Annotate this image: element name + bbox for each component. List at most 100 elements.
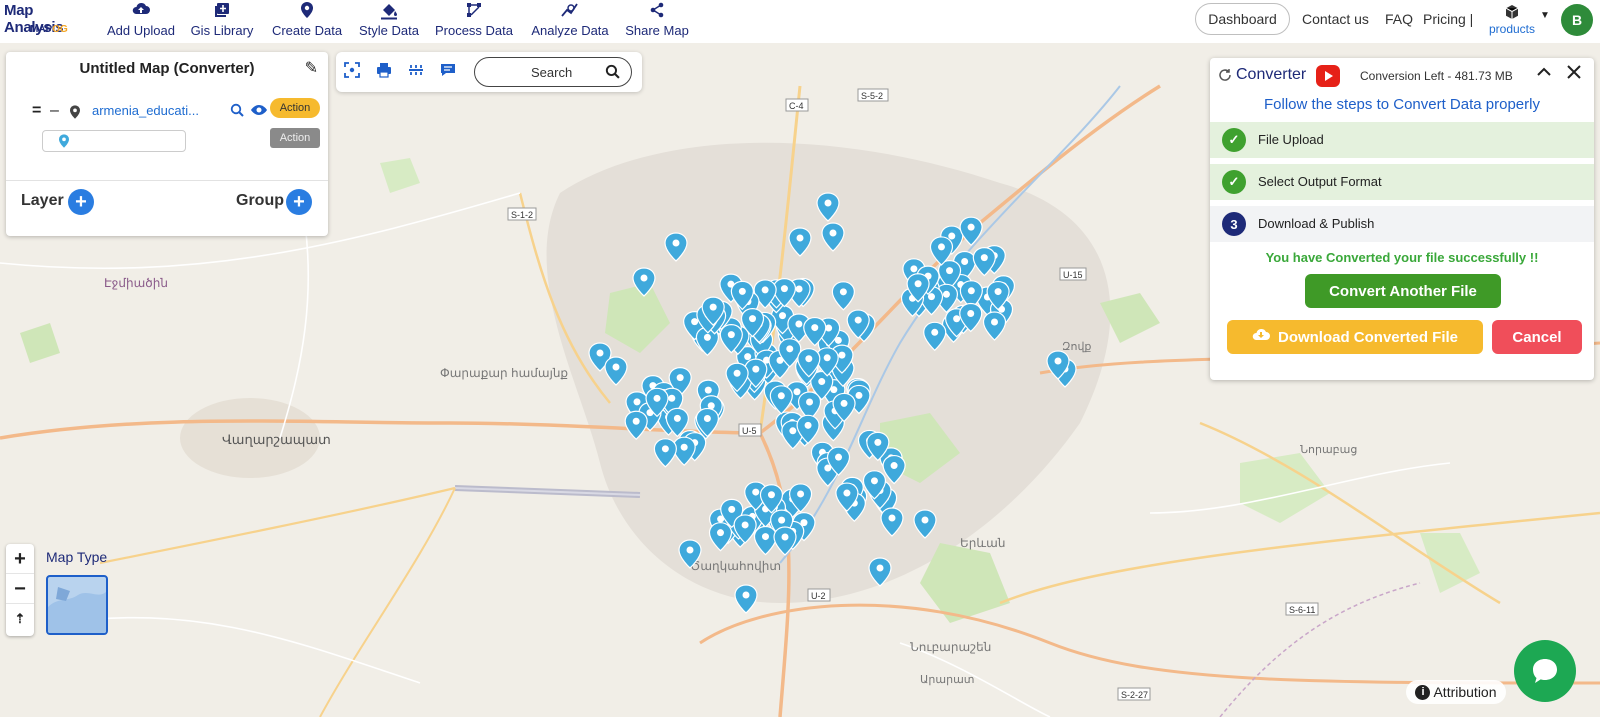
- road-label: U-5: [742, 426, 757, 436]
- group-label: Group: [236, 192, 284, 209]
- print-icon[interactable]: [374, 62, 394, 82]
- action-button[interactable]: Action: [270, 98, 320, 118]
- measure-icon[interactable]: [406, 62, 426, 82]
- road-label: U-2: [811, 591, 826, 601]
- add-group-button[interactable]: +: [286, 189, 312, 215]
- map-marker-dot: [953, 315, 961, 323]
- dashboard-button[interactable]: Dashboard: [1195, 3, 1290, 35]
- comment-icon[interactable]: [438, 62, 458, 82]
- map-marker-dot: [633, 398, 641, 406]
- map-marker-dot: [804, 421, 812, 429]
- youtube-icon[interactable]: [1316, 65, 1340, 87]
- nav-label: Add Upload: [107, 23, 175, 38]
- map-marker-dot: [761, 286, 769, 294]
- map-marker-dot: [778, 516, 786, 524]
- place-label: Զովք: [1062, 341, 1091, 353]
- pricing-link[interactable]: Pricing |: [1423, 11, 1473, 27]
- app-logo[interactable]: Map Analysis MAPOG: [4, 2, 94, 42]
- map-marker-dot: [921, 516, 929, 524]
- map-marker-dot: [661, 445, 669, 453]
- zoom-in-button[interactable]: +: [6, 544, 34, 574]
- layer-label: Layer: [21, 192, 64, 209]
- zoom-to-layer-icon[interactable]: [230, 103, 244, 120]
- map-marker-dot: [910, 265, 918, 273]
- contact-link[interactable]: Contact us: [1302, 11, 1369, 27]
- road-label: S-5-2: [861, 91, 883, 101]
- map-marker-dot: [727, 331, 735, 339]
- place-label: Փարաքար համայնք: [440, 366, 568, 380]
- map-marker-dot: [931, 328, 939, 336]
- map-marker-icon: [59, 134, 69, 153]
- map-marker-dot: [838, 351, 846, 359]
- nav-create-data[interactable]: Create Data: [268, 2, 346, 42]
- map-marker-dot: [967, 287, 975, 295]
- map-type-thumbnail[interactable]: [46, 575, 108, 635]
- map-marker-dot: [829, 229, 837, 237]
- map-marker-dot: [680, 443, 688, 451]
- map-marker-dot: [937, 243, 945, 251]
- layer-panel: Untitled Map (Converter) ✎ = – armenia_e…: [6, 52, 328, 236]
- reset-north-button[interactable]: ⇡: [6, 604, 34, 634]
- nav-process-data[interactable]: Process Data: [432, 2, 516, 42]
- search-icon[interactable]: [605, 64, 620, 82]
- faq-link[interactable]: FAQ: [1385, 11, 1413, 27]
- top-navbar: Map Analysis MAPOG Add Upload Gis Librar…: [0, 0, 1600, 43]
- check-icon: ✓: [1222, 170, 1246, 194]
- nav-label: Process Data: [434, 23, 514, 38]
- share-icon: [622, 2, 692, 22]
- map-marker-dot: [703, 414, 711, 422]
- download-converted-button[interactable]: Download Converted File: [1227, 320, 1483, 354]
- chat-widget-button[interactable]: [1514, 640, 1576, 702]
- map-marker-dot: [843, 489, 851, 497]
- search-input[interactable]: Search: [474, 57, 632, 87]
- conversion-left: Conversion Left - 481.73 MB: [1360, 69, 1513, 83]
- chevron-down-icon[interactable]: ▼: [1540, 10, 1550, 21]
- map-marker-dot: [967, 223, 975, 231]
- map-marker-dot: [741, 521, 749, 529]
- divider: [6, 180, 328, 181]
- eye-icon[interactable]: [250, 104, 268, 119]
- map-marker-dot: [632, 417, 640, 425]
- map-marker-dot: [749, 315, 757, 323]
- map-marker-dot: [806, 398, 814, 406]
- nav-style-data[interactable]: Style Data: [356, 2, 422, 42]
- chevron-up-icon[interactable]: [1536, 64, 1552, 85]
- map-marker-dot: [980, 254, 988, 262]
- zoom-out-button[interactable]: −: [6, 574, 34, 604]
- convert-another-button[interactable]: Convert Another File: [1305, 274, 1501, 308]
- action-button-secondary[interactable]: Action: [270, 128, 320, 148]
- cloud-upload-icon: [104, 2, 178, 22]
- map-marker-dot: [596, 349, 604, 357]
- map-marker-dot: [805, 355, 813, 363]
- layer-name[interactable]: armenia_educati...: [92, 103, 199, 118]
- nav-analyze-data[interactable]: Analyze Data: [528, 2, 612, 42]
- brand-subtitle: MAPOG: [30, 24, 68, 35]
- map-marker-dot: [946, 267, 954, 275]
- nav-label: Create Data: [271, 23, 343, 38]
- nav-share-map[interactable]: Share Map: [622, 2, 692, 42]
- converter-title: Converter: [1236, 66, 1307, 83]
- products-menu[interactable]: products: [1484, 4, 1540, 36]
- map-marker-dot: [876, 564, 884, 572]
- nav-gis-library[interactable]: Gis Library: [188, 2, 256, 42]
- cancel-button[interactable]: Cancel: [1492, 320, 1582, 354]
- fullscreen-icon[interactable]: [342, 62, 362, 82]
- map-type-label: Map Type: [46, 549, 108, 565]
- check-icon: ✓: [1222, 128, 1246, 152]
- collapse-icon[interactable]: –: [50, 102, 59, 120]
- add-layer-button[interactable]: +: [68, 189, 94, 215]
- nav-add-upload[interactable]: Add Upload: [104, 2, 178, 42]
- avatar[interactable]: B: [1561, 4, 1593, 36]
- layer-search-field[interactable]: [42, 130, 186, 152]
- map-marker-dot: [839, 288, 847, 296]
- pencil-icon[interactable]: ✎: [305, 58, 318, 78]
- download-label: Download Converted File: [1277, 328, 1458, 346]
- close-icon[interactable]: [1566, 64, 1582, 85]
- map-marker-dot: [870, 477, 878, 485]
- map-marker-dot: [994, 288, 1002, 296]
- drag-handle-icon[interactable]: =: [32, 102, 41, 120]
- map-toolbar: Search: [336, 52, 642, 92]
- map-marker-dot: [752, 365, 760, 373]
- attribution-button[interactable]: i Attribution: [1406, 680, 1506, 704]
- place-label: Նուբարաշեն: [910, 640, 991, 654]
